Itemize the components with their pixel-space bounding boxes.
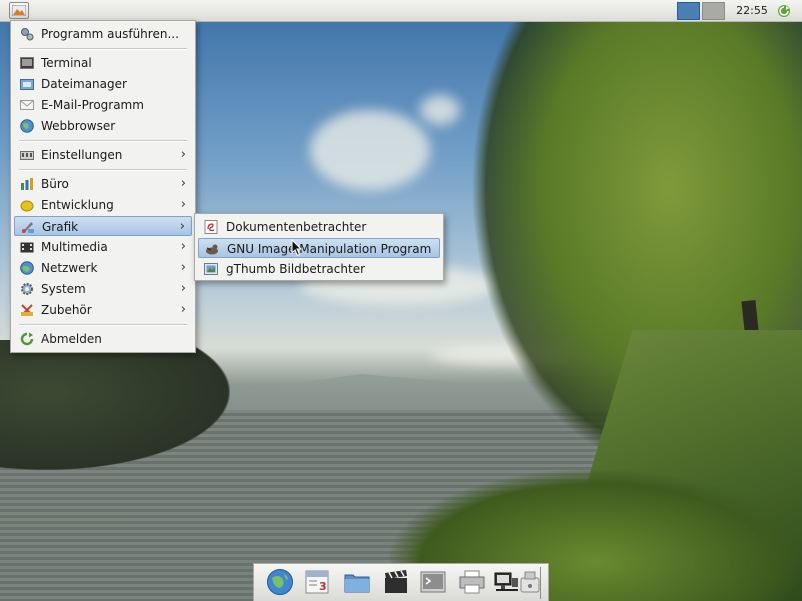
- printer-icon[interactable]: [458, 568, 486, 596]
- development-icon: [20, 200, 34, 212]
- application-menu-button[interactable]: [9, 2, 29, 19]
- dock-divider: [540, 567, 541, 599]
- submenu-item-gthumb[interactable]: gThumb Bildbetrachter: [198, 259, 440, 279]
- submenu-item-document-viewer[interactable]: Dokumentenbetrachter: [198, 217, 440, 237]
- menu-item-office[interactable]: Büro ›: [14, 174, 192, 194]
- submenu-arrow-icon: ›: [180, 176, 186, 191]
- menu-logo-icon: [12, 5, 26, 16]
- menu-item-development[interactable]: Entwicklung ›: [14, 195, 192, 215]
- envelope-icon: [20, 100, 34, 110]
- menu-item-system[interactable]: System ›: [14, 279, 192, 299]
- menu-item-settings[interactable]: Einstellungen ›: [14, 145, 192, 165]
- office-icon: [21, 178, 33, 190]
- clapperboard-icon[interactable]: [382, 568, 410, 596]
- submenu-arrow-icon: ›: [180, 239, 186, 254]
- gimp-icon: [206, 244, 218, 255]
- menu-item-multimedia[interactable]: Multimedia ›: [14, 237, 192, 257]
- terminal-icon[interactable]: [419, 568, 447, 596]
- menu-item-terminal[interactable]: Terminal: [14, 53, 192, 73]
- menu-separator: [19, 48, 187, 50]
- file-manager-icon: [20, 79, 34, 90]
- top-panel: 22:55: [0, 0, 802, 22]
- folder-icon[interactable]: [343, 568, 371, 596]
- calendar-day: 3: [319, 580, 327, 593]
- graphics-icon: [22, 222, 34, 233]
- calendar-graphic: [305, 570, 329, 594]
- logout-tray-icon[interactable]: [777, 4, 791, 21]
- system-icon: [21, 283, 33, 295]
- application-dock: 3: [253, 563, 549, 601]
- accessories-icon: [21, 304, 33, 316]
- menu-item-graphics[interactable]: Grafik ›: [14, 216, 192, 236]
- menu-item-logout[interactable]: Abmelden: [14, 329, 192, 349]
- menu-item-email[interactable]: E-Mail-Programm: [14, 95, 192, 115]
- image-viewer-icon: [204, 263, 218, 275]
- menu-separator: [19, 324, 187, 326]
- document-viewer-icon: [204, 220, 218, 234]
- menu-item-file-manager[interactable]: Dateimanager: [14, 74, 192, 94]
- menu-item-accessories[interactable]: Zubehör ›: [14, 300, 192, 320]
- menu-separator: [19, 140, 187, 142]
- network-icon: [20, 261, 34, 275]
- submenu-arrow-icon: ›: [180, 302, 186, 317]
- workspace-1-button[interactable]: [677, 2, 700, 20]
- multimedia-icon: [20, 242, 34, 253]
- clock[interactable]: 22:55: [732, 4, 772, 17]
- submenu-arrow-icon: ›: [179, 219, 185, 234]
- calendar-icon[interactable]: 3: [304, 568, 332, 596]
- menu-item-network[interactable]: Netzwerk ›: [14, 258, 192, 278]
- menu-separator: [19, 169, 187, 171]
- terminal-icon: [20, 57, 34, 69]
- submenu-arrow-icon: ›: [180, 197, 186, 212]
- application-menu: Programm ausführen... Terminal Dateimana…: [10, 20, 196, 353]
- gears-icon: [21, 28, 34, 41]
- settings-icon: [20, 151, 34, 160]
- web-browser-globe-icon[interactable]: [266, 568, 294, 596]
- submenu-arrow-icon: ›: [180, 260, 186, 275]
- submenu-arrow-icon: ›: [180, 147, 186, 162]
- submenu-arrow-icon: ›: [180, 281, 186, 296]
- globe-icon: [20, 119, 34, 133]
- menu-item-web-browser[interactable]: Webbrowser: [14, 116, 192, 136]
- mouse-cursor-icon: [291, 239, 303, 257]
- menu-item-run-program[interactable]: Programm ausführen...: [14, 24, 192, 44]
- workspace-2-button[interactable]: [702, 2, 725, 20]
- submenu-item-gimp[interactable]: GNU Image Manipulation Program: [198, 238, 440, 258]
- graphics-submenu: Dokumentenbetrachter GNU Image Manipulat…: [194, 213, 444, 281]
- logout-icon: [20, 332, 34, 346]
